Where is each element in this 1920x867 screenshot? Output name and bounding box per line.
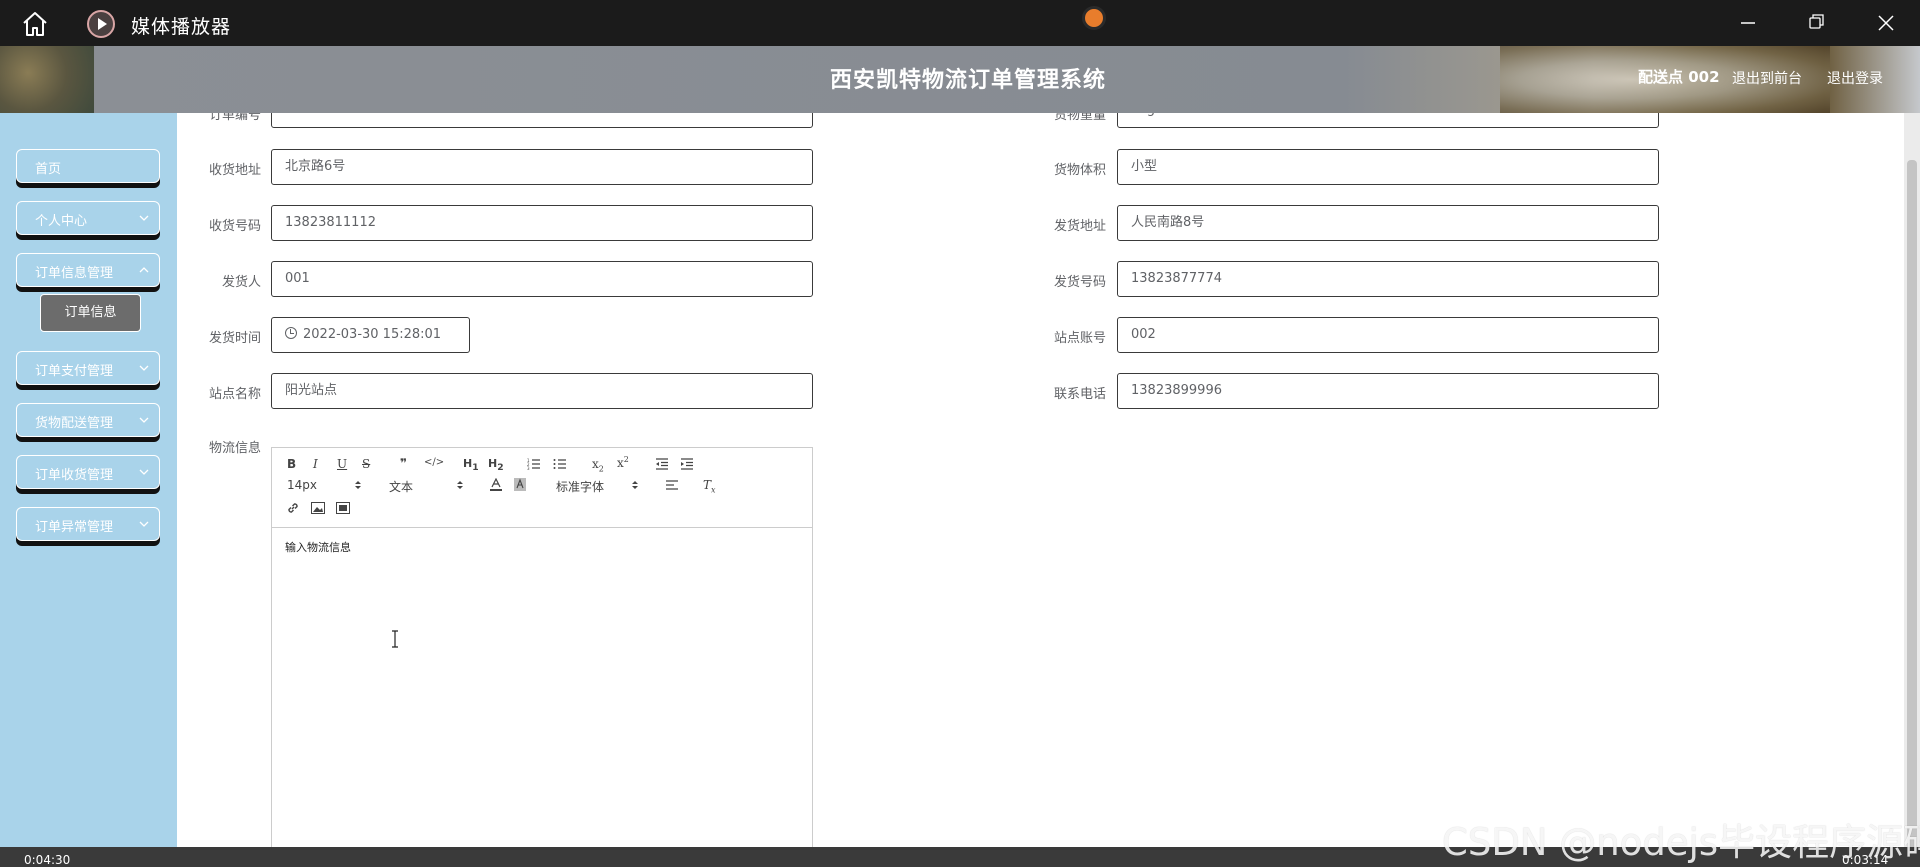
station-account-field[interactable]: 002	[1117, 317, 1659, 353]
text-cursor-icon	[392, 630, 398, 648]
clear-format-icon[interactable]: Tx	[703, 478, 716, 494]
font-size-select[interactable]: 14px	[287, 478, 317, 492]
progress-knob[interactable]	[1082, 6, 1106, 30]
header-background-photo	[0, 46, 94, 113]
station-account-label: 站点账号	[1053, 331, 1106, 346]
indent-icon[interactable]	[680, 458, 694, 470]
recv-address-label: 收货地址	[208, 163, 261, 178]
sidebar-item-label: 订单信息管理	[35, 266, 114, 281]
window-title: 媒体播放器	[131, 16, 232, 38]
block-format-select[interactable]: 文本	[389, 478, 413, 495]
align-icon[interactable]	[665, 480, 679, 490]
outdent-icon[interactable]	[655, 458, 669, 470]
player-titlebar: 媒体播放器	[0, 0, 1920, 46]
clock-icon	[285, 327, 297, 339]
contact-phone-label: 联系电话	[1053, 387, 1106, 402]
send-phone-label: 发货号码	[1053, 275, 1106, 290]
contact-phone-field[interactable]: 13823899996	[1117, 373, 1659, 409]
sidebar-item-label: 首页	[35, 162, 62, 177]
bullet-list-icon[interactable]	[553, 458, 567, 470]
sidebar-item-order-exception-management[interactable]: 订单异常管理	[16, 507, 160, 541]
chevron-up-icon	[139, 267, 149, 273]
font-color-icon[interactable]	[490, 478, 502, 491]
restore-window-icon[interactable]	[1796, 8, 1836, 38]
font-family-select[interactable]: 标准字体	[556, 478, 604, 495]
strikethrough-icon[interactable]: S	[362, 457, 370, 471]
current-station-label: 配送点 002	[1638, 68, 1720, 86]
send-address-label: 发货地址	[1053, 219, 1106, 234]
svg-text:3: 3	[527, 466, 530, 470]
app-header-overlay: 西安凯特物流订单管理系统 配送点 002 退出到前台 退出登录	[0, 46, 1920, 113]
send-time-value: 2022-03-30 15:28:01	[303, 327, 442, 342]
home-icon[interactable]	[20, 10, 50, 38]
sidebar-item-order-receipt-management[interactable]: 订单收货管理	[16, 455, 160, 489]
goods-volume-label: 货物体积	[1053, 163, 1106, 178]
select-arrows-icon	[632, 481, 638, 489]
minimize-icon[interactable]	[1727, 8, 1767, 38]
close-icon[interactable]	[1866, 8, 1906, 38]
chevron-down-icon	[139, 417, 149, 423]
image-icon[interactable]	[311, 502, 325, 514]
bold-icon[interactable]: B	[287, 457, 296, 471]
send-time-label: 发货时间	[208, 331, 261, 346]
chevron-down-icon	[139, 365, 149, 371]
chevron-down-icon	[139, 469, 149, 475]
sidebar-item-personal-center[interactable]: 个人中心	[16, 201, 160, 235]
sender-field[interactable]: 001	[271, 261, 813, 297]
link-icon[interactable]	[286, 501, 300, 515]
sidebar-item-label: 订单收货管理	[35, 468, 114, 483]
chevron-down-icon	[139, 215, 149, 221]
sidebar-item-label: 订单异常管理	[35, 520, 114, 535]
video-icon[interactable]	[336, 502, 350, 514]
heading-1-icon[interactable]: H1	[463, 457, 479, 473]
station-name-field[interactable]: 阳光站点	[271, 373, 813, 409]
send-time-picker[interactable]: 2022-03-30 15:28:01	[271, 317, 470, 353]
logistics-editor-content[interactable]: 输入物流信息	[285, 539, 351, 555]
heading-2-icon[interactable]: H2	[488, 457, 504, 473]
elapsed-time: 0:04:30	[24, 853, 71, 867]
ordered-list-icon[interactable]: 123	[527, 458, 541, 470]
sidebar-item-goods-delivery-management[interactable]: 货物配送管理	[16, 403, 160, 437]
select-arrows-icon	[355, 481, 361, 489]
logout-link[interactable]: 退出登录	[1827, 68, 1883, 88]
recv-phone-field[interactable]: 13823811112	[271, 205, 813, 241]
editor-toolbar: B I U S ❞ </> H1 H2 123 x2 x2 14px 文本 标准…	[272, 448, 812, 528]
italic-icon[interactable]: I	[313, 457, 318, 471]
code-block-icon[interactable]: </>	[424, 457, 444, 468]
send-address-field[interactable]: 人民南路8号	[1117, 205, 1659, 241]
media-player-app-icon	[87, 10, 115, 38]
sidebar-subitem-order-info[interactable]: 订单信息	[40, 294, 141, 332]
blockquote-icon[interactable]: ❞	[400, 456, 407, 470]
watermark-text: CSDN @nodejs毕设程序源码	[1442, 821, 1920, 864]
recv-address-field[interactable]: 北京路6号	[271, 149, 813, 185]
station-name-label: 站点名称	[208, 387, 261, 402]
underline-icon[interactable]: U	[337, 457, 347, 471]
chevron-down-icon	[139, 521, 149, 527]
sender-label: 发货人	[221, 275, 261, 290]
logistics-info-label: 物流信息	[208, 441, 261, 456]
sidebar-item-label: 货物配送管理	[35, 416, 114, 431]
logistics-rich-text-editor: B I U S ❞ </> H1 H2 123 x2 x2 14px 文本 标准…	[271, 447, 813, 867]
sidebar-item-order-payment-management[interactable]: 订单支付管理	[16, 351, 160, 385]
send-phone-field[interactable]: 13823877774	[1117, 261, 1659, 297]
sidebar-item-label: 订单支付管理	[35, 364, 114, 379]
sidebar-item-order-info-management[interactable]: 订单信息管理	[16, 253, 160, 287]
subscript-icon[interactable]: x2	[592, 457, 604, 473]
background-color-icon[interactable]	[514, 478, 526, 491]
superscript-icon[interactable]: x2	[617, 455, 629, 470]
recv-phone-label: 收货号码	[208, 219, 261, 234]
sidebar-item-home[interactable]: 首页	[16, 149, 160, 183]
scrollbar-thumb[interactable]	[1907, 160, 1917, 850]
exit-to-frontend-link[interactable]: 退出到前台	[1732, 68, 1802, 88]
sidebar-item-label: 个人中心	[35, 214, 88, 229]
goods-volume-field[interactable]: 小型	[1117, 149, 1659, 185]
system-title: 西安凯特物流订单管理系统	[830, 68, 1107, 93]
select-arrows-icon	[457, 481, 463, 489]
